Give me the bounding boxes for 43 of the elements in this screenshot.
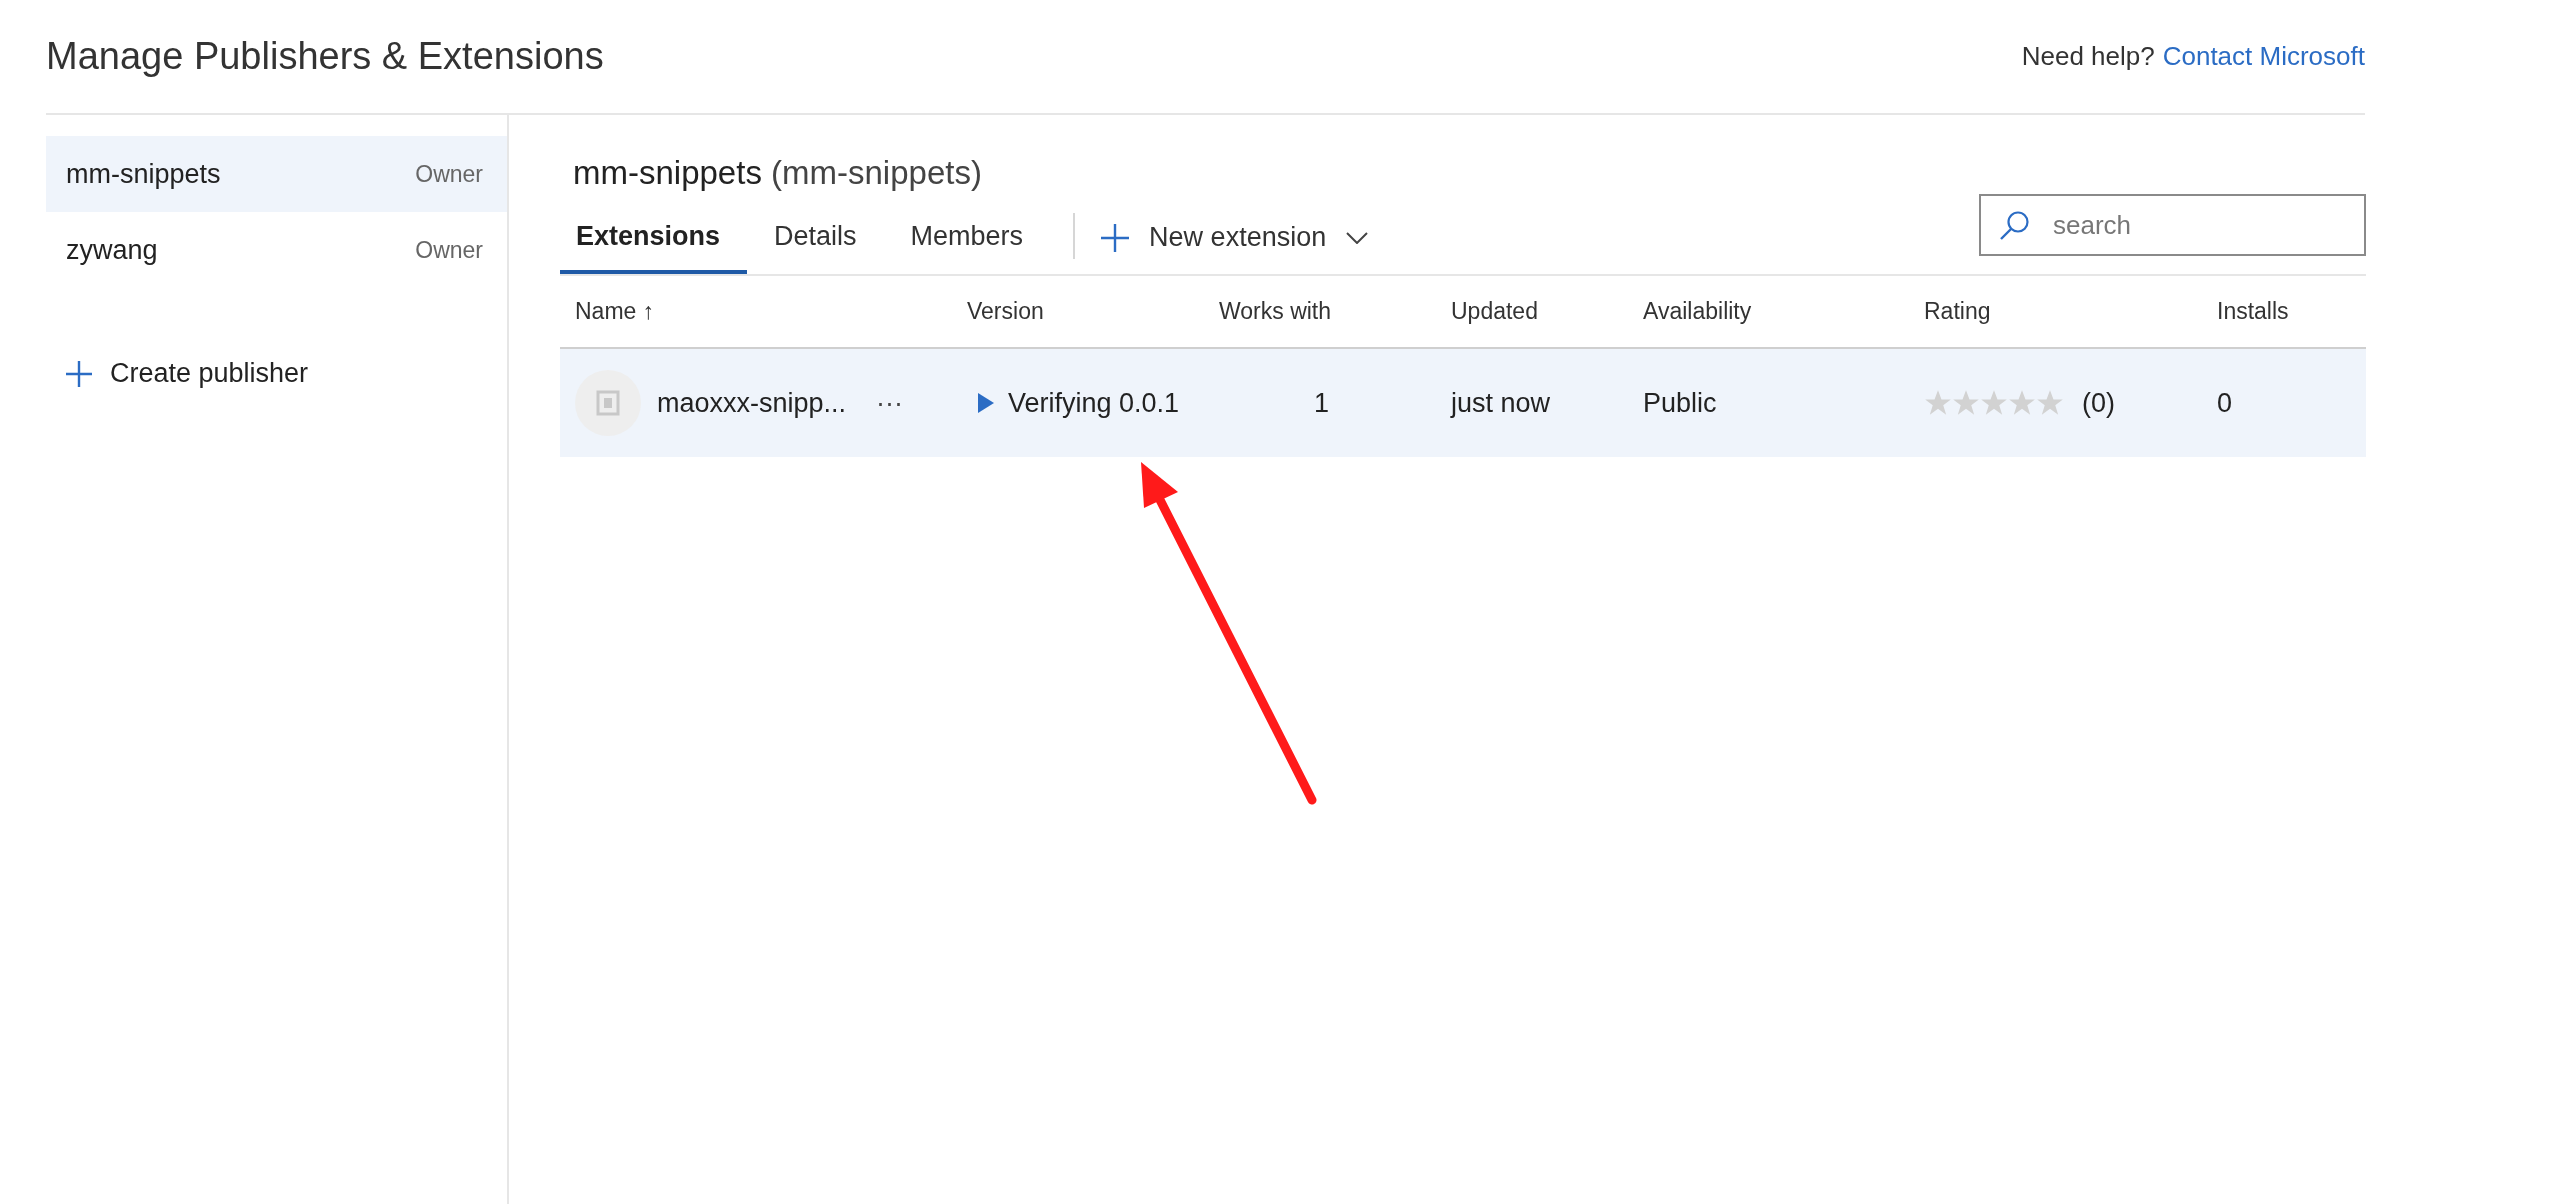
- tab[interactable]: Details: [747, 193, 884, 274]
- page-title: Manage Publishers & Extensions: [46, 35, 604, 78]
- extension-row[interactable]: maoxxx-snipp... ··· Verifying 0.0.1 1 just now Public (0) 0: [560, 349, 2366, 457]
- tab[interactable]: Members: [883, 193, 1051, 274]
- extension-name[interactable]: maoxxx-snipp...: [657, 387, 847, 419]
- publisher-role: Owner: [415, 236, 483, 264]
- column-header[interactable]: Updated: [1436, 298, 1628, 325]
- star-icon: [2036, 389, 2064, 417]
- star-icon: [2008, 389, 2036, 417]
- publisher-name: mm-snippets: [66, 158, 221, 190]
- rating-count: (0): [2082, 387, 2115, 419]
- plus-icon: [66, 360, 92, 387]
- column-header[interactable]: Works with: [1204, 298, 1436, 325]
- publisher-title: mm-snippets (mm-snippets): [572, 153, 983, 193]
- column-header[interactable]: Installs: [2202, 298, 2366, 325]
- search-icon: [1999, 209, 2031, 241]
- version-status: Verifying 0.0.1: [1008, 387, 1180, 419]
- column-header[interactable]: Availability: [1628, 298, 1909, 325]
- publisher-role: Owner: [415, 160, 483, 188]
- create-publisher-button[interactable]: Create publisher: [62, 354, 313, 393]
- star-icon: [1980, 389, 2008, 417]
- tab[interactable]: Extensions: [560, 193, 748, 274]
- column-header[interactable]: Name ↑: [560, 298, 952, 325]
- updated-time: just now: [1451, 387, 1551, 419]
- chevron-down-icon: [1346, 231, 1369, 244]
- extension-icon: [575, 370, 641, 436]
- more-options-button[interactable]: ···: [872, 387, 908, 419]
- works-with-count: 1: [1314, 387, 1330, 419]
- contact-link[interactable]: Contact Microsoft: [2162, 41, 2365, 72]
- star-icon: [1952, 389, 1980, 417]
- plus-icon: [1101, 223, 1130, 252]
- availability-value: Public: [1643, 387, 1717, 419]
- play-triangle-icon: [978, 393, 994, 413]
- installs-count: 0: [2217, 387, 2233, 419]
- search-field[interactable]: search: [1979, 194, 2366, 256]
- new-extension-button[interactable]: New extension: [1101, 193, 1373, 274]
- publisher-item[interactable]: zywang Owner: [46, 212, 507, 288]
- publisher-name: zywang: [66, 234, 158, 266]
- publisher-item[interactable]: mm-snippets Owner: [46, 136, 507, 212]
- column-header[interactable]: Rating: [1909, 298, 2202, 325]
- help-text: Need help?: [2021, 41, 2155, 72]
- star-icon: [1924, 389, 1952, 417]
- column-header[interactable]: Version: [952, 298, 1204, 325]
